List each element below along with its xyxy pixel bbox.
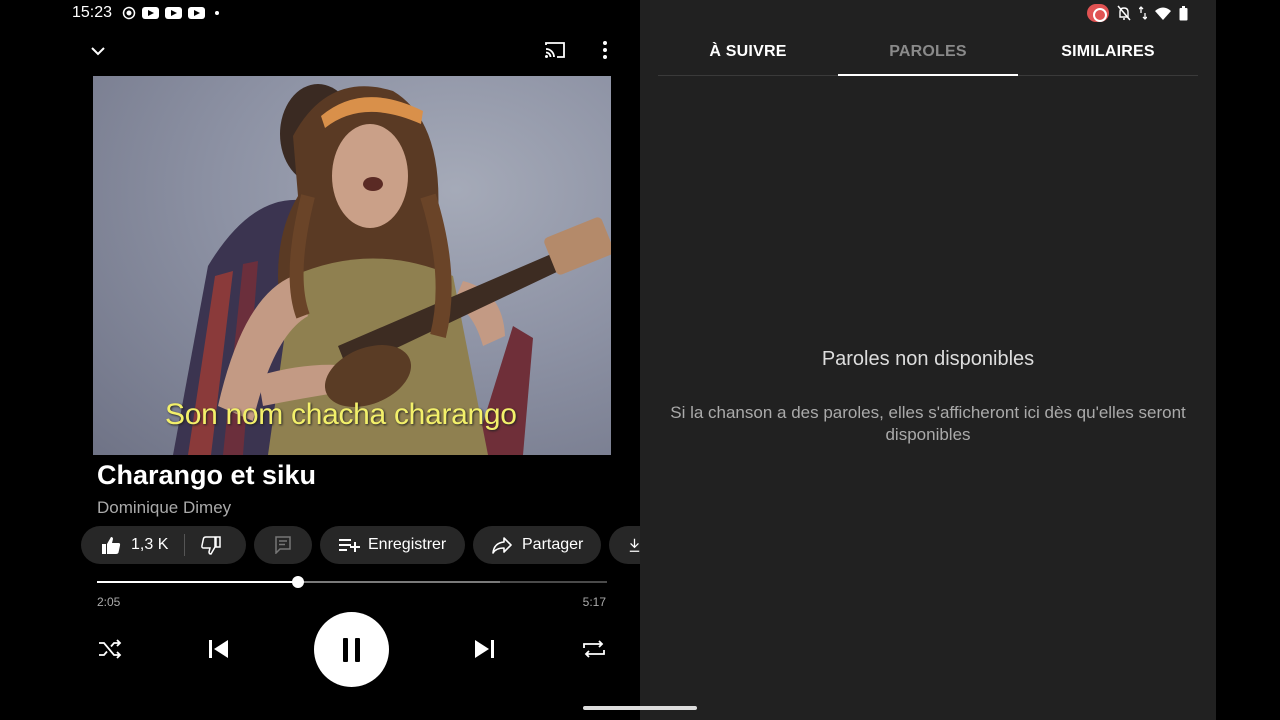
comments-button[interactable] (254, 526, 312, 564)
cast-icon[interactable] (542, 38, 568, 62)
battery-icon (1179, 5, 1188, 20)
download-button[interactable] (609, 526, 640, 564)
video-player[interactable]: Son nom chacha charango (93, 76, 611, 455)
settings-notification-icon (122, 6, 136, 20)
tab-related[interactable]: SIMILAIRES (1018, 28, 1198, 75)
wifi-icon (1155, 7, 1171, 20)
skip-previous-icon (209, 640, 228, 658)
like-count: 1,3 K (131, 536, 169, 553)
thumbs-up-icon (102, 536, 121, 554)
like-dislike-group: 1,3 K (81, 526, 246, 564)
save-label: Enregistrer (368, 536, 447, 553)
data-arrows-icon (1139, 6, 1147, 20)
add-to-playlist-icon (339, 539, 360, 552)
youtube-notification-icon (188, 7, 205, 19)
like-button[interactable]: 1,3 K (101, 536, 168, 555)
youtube-notification-icon (142, 7, 159, 19)
player-pane: Son nom chacha charango Charango et siku… (0, 0, 640, 720)
chip-divider (184, 534, 186, 556)
tab-bar: À SUIVRE PAROLES SIMILAIRES (658, 28, 1198, 76)
video-caption: Son nom chacha charango (165, 398, 517, 431)
tab-lyrics[interactable]: PAROLES (838, 28, 1018, 76)
comment-icon (275, 536, 291, 554)
repeat-button[interactable] (580, 637, 608, 661)
skip-next-icon (475, 640, 494, 658)
lyrics-unavailable-message: Si la chanson a des paroles, elles s'aff… (670, 403, 1186, 444)
dislike-button[interactable] (201, 535, 222, 555)
share-icon (492, 537, 512, 554)
minimize-chevron-icon[interactable] (86, 40, 110, 62)
shuffle-button[interactable] (96, 637, 124, 661)
youtube-notification-icon (165, 7, 182, 19)
download-icon (629, 538, 640, 552)
save-button[interactable]: Enregistrer (320, 526, 465, 564)
played-progress (97, 581, 298, 583)
tab-up-next[interactable]: À SUIVRE (658, 28, 838, 75)
pause-icon (343, 637, 348, 662)
status-bar: 15:23 (0, 0, 1280, 28)
elapsed-time: 2:05 (97, 595, 121, 609)
notifications-muted-icon (1117, 5, 1131, 21)
repeat-icon (583, 640, 605, 658)
system-icons (1087, 4, 1188, 22)
thumbs-down-icon (201, 535, 222, 555)
screen-record-icon (1087, 4, 1109, 22)
more-options-icon[interactable] (594, 38, 616, 62)
share-label: Partager (522, 536, 584, 553)
gesture-navigation-bar[interactable] (583, 706, 697, 710)
share-button[interactable]: Partager (473, 526, 601, 564)
notification-icons (122, 6, 219, 20)
previous-button[interactable] (204, 636, 232, 662)
seek-bar[interactable] (97, 576, 607, 588)
total-duration: 5:17 (582, 595, 606, 609)
lyrics-unavailable-title: Paroles non disponibles (821, 348, 1035, 370)
shuffle-icon (99, 639, 122, 659)
song-title: Charango et siku (97, 460, 317, 490)
status-time: 15:23 (72, 4, 113, 21)
more-notifications-dot-icon (215, 11, 219, 15)
song-artist[interactable]: Dominique Dimey (97, 498, 231, 518)
next-button[interactable] (471, 636, 499, 662)
side-panel: À SUIVRE PAROLES SIMILAIRES Paroles non … (640, 0, 1216, 720)
pause-button[interactable] (314, 612, 389, 687)
seek-thumb[interactable] (291, 576, 304, 588)
